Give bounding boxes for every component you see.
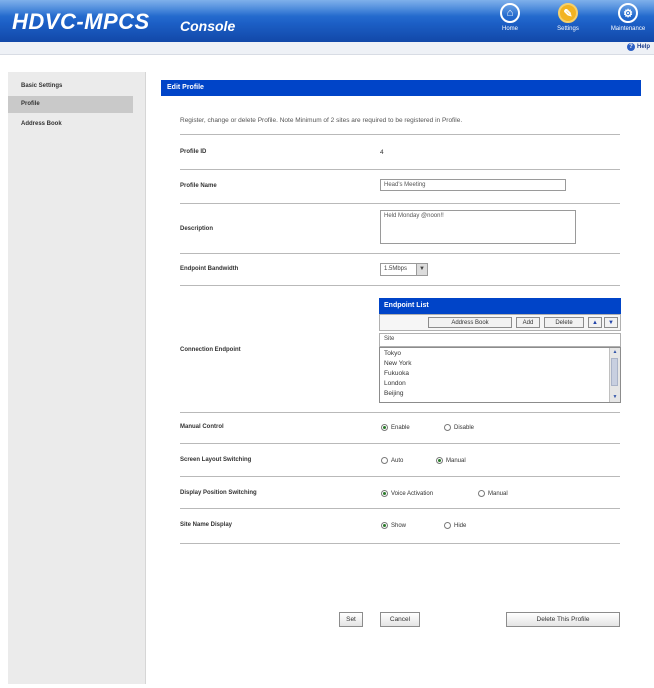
maintenance-label: Maintenance <box>610 26 646 32</box>
bandwidth-value: 1.5Mbps <box>384 266 408 272</box>
maintenance-button[interactable]: ⚙ Maintenance <box>606 3 650 39</box>
panel-note: Register, change or delete Profile. Note… <box>180 117 463 124</box>
move-up-button[interactable]: ▲ <box>588 317 602 328</box>
sidebar: Basic Settings Profile Address Book <box>8 72 146 684</box>
divider <box>180 476 620 477</box>
divider <box>180 443 620 444</box>
divider <box>180 285 620 286</box>
top-header: HDVC-MPCS Console ⌂ Home ✎ Settings ⚙ Ma… <box>0 0 654 42</box>
radio-label: Auto <box>391 457 404 464</box>
address-book-button[interactable]: Address Book <box>428 317 512 328</box>
help-icon: ? <box>626 43 635 51</box>
sub-toolbar: ? Help <box>0 42 654 55</box>
sidebar-item-address-book[interactable]: Address Book <box>8 116 133 133</box>
site-column-header: Site <box>379 333 621 347</box>
radio-unselected-icon <box>478 490 485 497</box>
manual-control-enable-radio[interactable]: Enable <box>381 424 410 431</box>
bandwidth-select[interactable]: 1.5Mbps ▼ <box>380 263 428 276</box>
bandwidth-label: Endpoint Bandwidth <box>180 266 239 272</box>
move-down-button[interactable]: ▼ <box>604 317 618 328</box>
wrench-icon: ✎ <box>558 3 578 23</box>
divider <box>180 253 620 254</box>
set-button[interactable]: Set <box>339 612 363 627</box>
radio-label: Manual <box>446 457 466 464</box>
delete-profile-button[interactable]: Delete This Profile <box>506 612 620 627</box>
section-title: Console <box>180 18 236 34</box>
cancel-button[interactable]: Cancel <box>380 612 420 627</box>
profile-id-label: Profile ID <box>180 149 207 155</box>
radio-unselected-icon <box>444 522 451 529</box>
radio-selected-icon <box>381 424 388 431</box>
site-header-label: Site <box>384 336 395 342</box>
endpoint-listbox[interactable]: Tokyo New York Fukuoka London Beijing ▲ … <box>379 347 621 403</box>
settings-button[interactable]: ✎ Settings <box>546 3 590 39</box>
radio-label: Enable <box>391 424 410 431</box>
profile-name-label: Profile Name <box>180 183 217 189</box>
sidebar-item-profile[interactable]: Profile <box>8 96 133 113</box>
radio-unselected-icon <box>444 424 451 431</box>
endpoint-list-title: Endpoint List <box>379 298 621 314</box>
list-item[interactable]: New York <box>384 360 411 367</box>
divider <box>180 134 620 135</box>
screen-layout-auto-radio[interactable]: Auto <box>381 457 403 464</box>
divider <box>180 508 620 509</box>
site-name-display-label: Site Name Display <box>180 522 233 528</box>
radio-selected-icon <box>381 522 388 529</box>
screen-layout-label: Screen Layout Switching <box>180 457 252 463</box>
radio-label: Manual <box>488 490 508 497</box>
radio-label: Show <box>391 522 407 529</box>
description-textarea[interactable]: Held Monday @noon!! <box>380 210 576 244</box>
connection-endpoint-label: Connection Endpoint <box>180 347 241 353</box>
endpoint-toolbar: Address Book Add Delete ▲ ▼ <box>379 314 621 331</box>
help-link[interactable]: ? Help <box>626 43 650 51</box>
list-item[interactable]: Fukuoka <box>384 370 409 377</box>
display-position-manual-radio[interactable]: Manual <box>478 490 508 497</box>
manual-control-label: Manual Control <box>180 424 224 430</box>
list-item[interactable]: Tokyo <box>384 350 401 357</box>
radio-unselected-icon <box>381 457 388 464</box>
radio-label: Voice Activation <box>391 490 434 497</box>
panel-title: Edit Profile <box>161 80 641 96</box>
divider <box>180 412 620 413</box>
settings-label: Settings <box>557 26 579 32</box>
radio-label: Disable <box>454 424 475 431</box>
app-logo: HDVC-MPCS <box>12 9 150 34</box>
sidebar-item-basic-settings[interactable]: Basic Settings <box>8 78 133 95</box>
add-button[interactable]: Add <box>516 317 540 328</box>
site-name-hide-radio[interactable]: Hide <box>444 522 466 529</box>
home-label: Home <box>501 26 518 32</box>
home-icon: ⌂ <box>500 3 520 23</box>
chevron-down-icon: ▼ <box>416 264 427 275</box>
divider <box>180 543 620 544</box>
profile-name-input[interactable]: Head's Meeting <box>380 179 566 191</box>
radio-selected-icon <box>436 457 443 464</box>
list-item[interactable]: London <box>384 380 406 387</box>
scroll-thumb[interactable] <box>611 358 618 386</box>
home-button[interactable]: ⌂ Home <box>488 3 532 39</box>
radio-label: Hide <box>454 522 467 529</box>
manual-control-disable-radio[interactable]: Disable <box>444 424 474 431</box>
maintenance-icon: ⚙ <box>618 3 638 23</box>
display-position-voice-radio[interactable]: Voice Activation <box>381 490 433 497</box>
display-position-label: Display Position Switching <box>180 490 257 496</box>
delete-button[interactable]: Delete <box>544 317 584 328</box>
divider <box>180 169 620 170</box>
list-scrollbar[interactable]: ▲ ▼ <box>609 348 620 402</box>
description-label: Description <box>180 226 214 232</box>
site-name-show-radio[interactable]: Show <box>381 522 406 529</box>
radio-selected-icon <box>381 490 388 497</box>
help-label: Help <box>636 44 650 50</box>
list-item[interactable]: Beijing <box>384 390 404 397</box>
scroll-down-icon[interactable]: ▼ <box>610 393 620 402</box>
divider <box>180 203 620 204</box>
scroll-up-icon[interactable]: ▲ <box>610 348 620 357</box>
screen-layout-manual-radio[interactable]: Manual <box>436 457 466 464</box>
profile-id-value: 4 <box>380 149 384 156</box>
